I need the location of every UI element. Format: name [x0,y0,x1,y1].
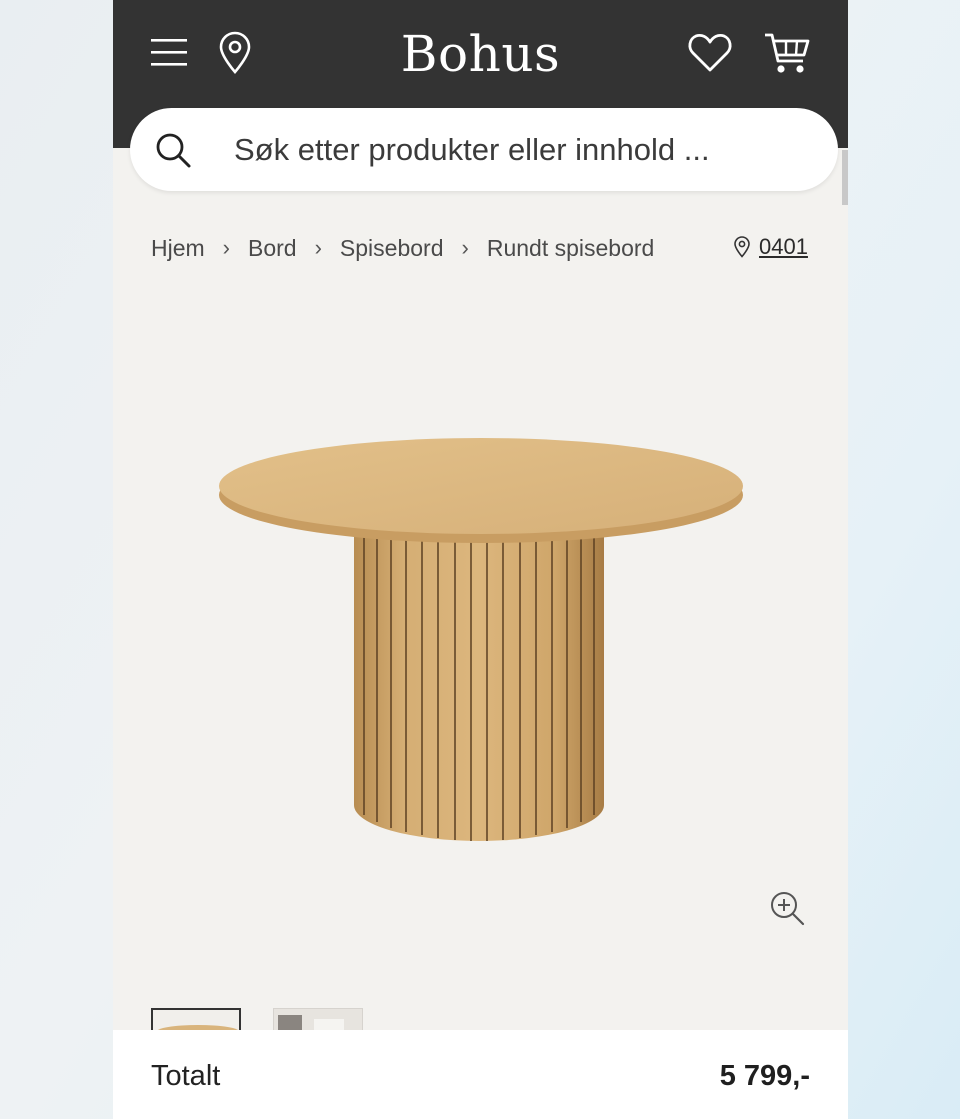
location-pin-icon [734,236,750,258]
cart-button[interactable] [762,29,812,77]
chevron-right-icon: › [222,234,230,260]
breadcrumb-item-bord[interactable]: Bord [248,232,297,264]
chevron-right-icon: › [314,234,322,260]
total-label: Totalt [151,1060,221,1092]
cart-icon [765,33,810,73]
breadcrumb: Hjem › Bord › Spisebord › Rundt spisebord [151,230,654,264]
zoom-in-icon[interactable] [767,888,807,928]
chevron-right-icon: › [461,234,469,260]
store-selector[interactable]: 0401 [733,230,808,262]
breadcrumb-item-rundt-spisebord[interactable]: Rundt spisebord [487,232,655,264]
total-bar: Totalt 5 799,- [113,1030,848,1119]
heart-icon [688,33,732,72]
table-top [219,438,743,543]
breadcrumb-item-home[interactable]: Hjem [151,232,205,264]
table-base [354,520,604,841]
scrollbar[interactable] [842,150,848,205]
bohus-logo[interactable]: Bohus [113,22,848,86]
product-image[interactable] [211,420,751,850]
total-price: 5 799,- [719,1060,810,1092]
breadcrumb-item-spisebord[interactable]: Spisebord [340,232,444,264]
search-icon [156,133,191,168]
search-input[interactable]: Søk etter produkter eller innhold ... [234,130,710,170]
mobile-page: Bohus Søk etter produkter eller innhold … [113,0,848,1119]
search-bar[interactable]: Søk etter produkter eller innhold ... [130,108,838,191]
favorites-button[interactable] [687,31,733,75]
store-code[interactable]: 0401 [759,234,808,259]
